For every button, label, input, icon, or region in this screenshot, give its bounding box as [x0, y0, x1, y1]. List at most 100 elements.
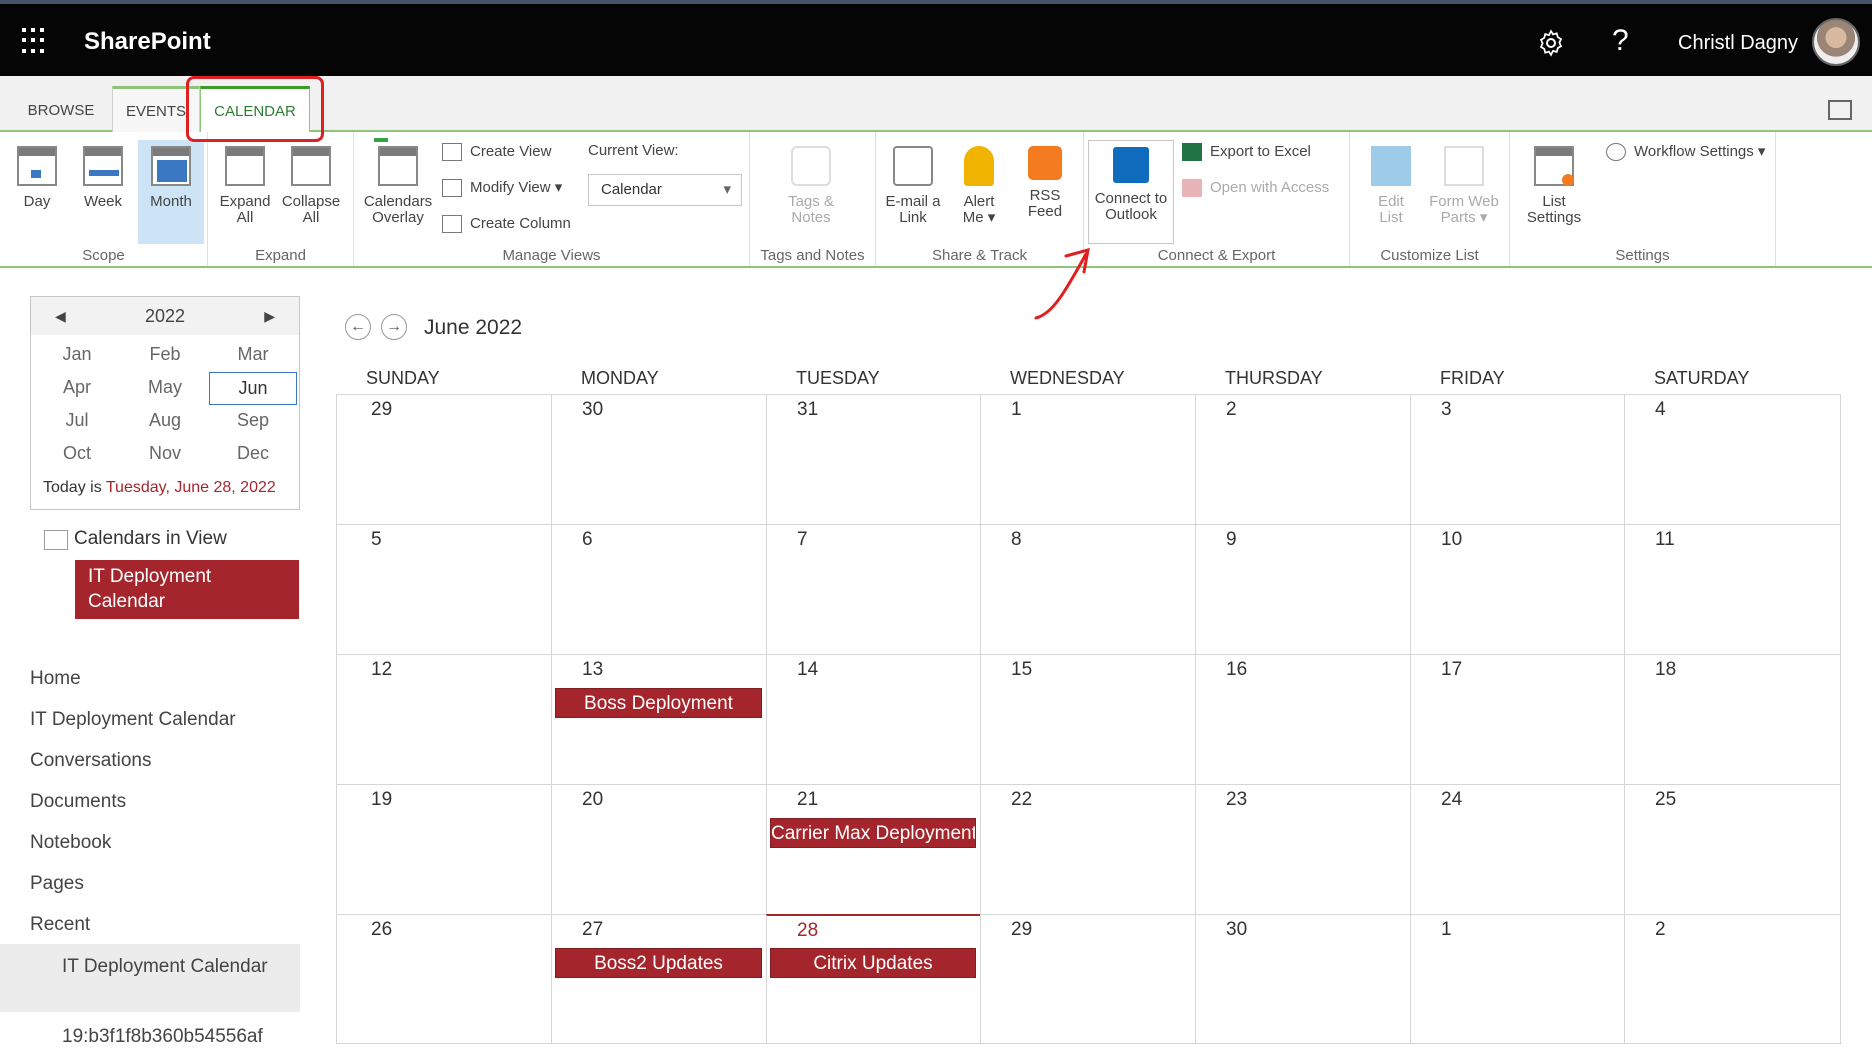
day-cell[interactable]: 29: [336, 394, 551, 524]
edit-list-button[interactable]: Edit List: [1358, 140, 1424, 244]
day-cell[interactable]: 14: [766, 654, 980, 784]
month-option[interactable]: Apr: [33, 372, 121, 405]
alert-me-button[interactable]: Alert Me ▾: [946, 140, 1012, 244]
day-cell[interactable]: 5: [336, 524, 551, 654]
tags-notes-button[interactable]: Tags & Notes: [778, 140, 844, 244]
workflow-settings-button[interactable]: Workflow Settings ▾: [1606, 140, 1765, 164]
current-view-select[interactable]: Calendar: [588, 174, 742, 206]
next-month-icon[interactable]: →: [381, 314, 407, 340]
month-option[interactable]: Jul: [33, 405, 121, 438]
day-cell[interactable]: 30: [1195, 914, 1410, 1044]
nav-item[interactable]: Notebook: [30, 832, 111, 854]
month-option[interactable]: Oct: [33, 438, 121, 471]
app-launcher-icon[interactable]: [22, 28, 48, 54]
calendar-event[interactable]: Boss2 Updates: [555, 948, 762, 978]
day-view-button[interactable]: Day: [4, 140, 70, 244]
calendar-in-view-item[interactable]: IT Deployment Calendar: [75, 560, 299, 619]
day-cell[interactable]: 10: [1410, 524, 1624, 654]
expand-label-1: Expand: [219, 193, 271, 210]
month-option[interactable]: Aug: [121, 405, 209, 438]
nav-item[interactable]: Recent: [30, 914, 90, 936]
nav-item[interactable]: Home: [30, 668, 81, 690]
day-cell[interactable]: 17: [1410, 654, 1624, 784]
day-cell[interactable]: 27: [551, 914, 766, 1044]
prev-year-icon[interactable]: ◀: [55, 297, 66, 335]
day-cell[interactable]: 29: [980, 914, 1195, 1044]
email-link-button[interactable]: E-mail a Link: [880, 140, 946, 244]
day-cell[interactable]: 24: [1410, 784, 1624, 914]
export-to-excel-button[interactable]: Export to Excel: [1182, 140, 1311, 164]
month-option[interactable]: May: [121, 372, 209, 405]
connect-to-outlook-button[interactable]: Connect to Outlook: [1088, 140, 1174, 244]
create-column-button[interactable]: Create Column: [442, 212, 571, 236]
modify-view-button[interactable]: Modify View ▾: [442, 176, 562, 200]
day-cell[interactable]: 3: [1410, 394, 1624, 524]
picker-year[interactable]: 2022: [145, 306, 185, 326]
day-cell[interactable]: 6: [551, 524, 766, 654]
day-cell[interactable]: 22: [980, 784, 1195, 914]
nav-recent-hash-item[interactable]: 19:b3f1f8b360b54556af: [62, 1024, 302, 1050]
month-view-button[interactable]: Month: [138, 140, 204, 244]
calendar-event[interactable]: Boss Deployment: [555, 688, 762, 718]
day-cell[interactable]: 18: [1624, 654, 1840, 784]
day-cell[interactable]: 30: [551, 394, 766, 524]
month-option[interactable]: Sep: [209, 405, 297, 438]
day-cell[interactable]: 4: [1624, 394, 1840, 524]
day-cell[interactable]: 28: [766, 914, 980, 1044]
day-cell[interactable]: 16: [1195, 654, 1410, 784]
focus-mode-icon[interactable]: [1828, 100, 1852, 120]
day-cell[interactable]: 2: [1624, 914, 1840, 1044]
nav-item[interactable]: Documents: [30, 791, 126, 813]
day-cell[interactable]: 7: [766, 524, 980, 654]
create-view-button[interactable]: Create View: [442, 140, 551, 164]
day-cell[interactable]: 13: [551, 654, 766, 784]
email-label-2: Link: [899, 209, 927, 226]
today-link[interactable]: Tuesday, June 28, 2022: [106, 479, 276, 496]
month-option[interactable]: Jun: [209, 372, 297, 405]
collapse-all-button[interactable]: Collapse All: [278, 140, 344, 244]
month-option[interactable]: Nov: [121, 438, 209, 471]
prev-month-icon[interactable]: ←: [345, 314, 371, 340]
day-cell[interactable]: 26: [336, 914, 551, 1044]
day-number: 28: [797, 920, 819, 941]
month-option[interactable]: Dec: [209, 438, 297, 471]
day-cell[interactable]: 8: [980, 524, 1195, 654]
day-cell[interactable]: 1: [1410, 914, 1624, 1044]
tab-browse[interactable]: BROWSE: [16, 88, 106, 132]
month-option[interactable]: Mar: [209, 339, 297, 372]
day-cell[interactable]: 20: [551, 784, 766, 914]
month-option[interactable]: Feb: [121, 339, 209, 372]
brand-title[interactable]: SharePoint: [84, 28, 211, 56]
day-cell[interactable]: 9: [1195, 524, 1410, 654]
list-settings-button[interactable]: List Settings: [1514, 140, 1594, 244]
day-cell[interactable]: 15: [980, 654, 1195, 784]
week-view-button[interactable]: Week: [70, 140, 136, 244]
day-cell[interactable]: 1: [980, 394, 1195, 524]
month-option[interactable]: Jan: [33, 339, 121, 372]
nav-item[interactable]: IT Deployment Calendar: [30, 709, 236, 731]
calendar-event[interactable]: Carrier Max Deployment: [770, 818, 976, 848]
overlay-label-2: Overlay: [372, 209, 424, 226]
calendars-overlay-button[interactable]: Calendars Overlay: [362, 138, 434, 244]
calendar-event[interactable]: Citrix Updates: [770, 948, 976, 978]
form-web-parts-button[interactable]: Form Web Parts ▾: [1424, 140, 1504, 244]
nav-item[interactable]: Conversations: [30, 750, 151, 772]
day-cell[interactable]: 12: [336, 654, 551, 784]
expand-all-button[interactable]: Expand All: [212, 140, 278, 244]
day-cell[interactable]: 19: [336, 784, 551, 914]
day-cell[interactable]: 11: [1624, 524, 1840, 654]
day-cell[interactable]: 31: [766, 394, 980, 524]
help-icon[interactable]: ?: [1612, 24, 1629, 58]
settings-gear-icon[interactable]: [1536, 28, 1566, 58]
day-cell[interactable]: 21: [766, 784, 980, 914]
day-cell[interactable]: 2: [1195, 394, 1410, 524]
day-cell[interactable]: 25: [1624, 784, 1840, 914]
next-year-icon[interactable]: ▶: [264, 297, 275, 335]
user-name[interactable]: Christl Dagny: [1678, 32, 1798, 55]
avatar[interactable]: [1812, 18, 1860, 66]
nav-recent-sub-item[interactable]: IT Deployment Calendar: [0, 944, 300, 1012]
day-cell[interactable]: 23: [1195, 784, 1410, 914]
nav-item[interactable]: Pages: [30, 873, 84, 895]
open-with-access-button[interactable]: Open with Access: [1182, 176, 1329, 200]
rss-feed-button[interactable]: RSS Feed: [1012, 140, 1078, 244]
